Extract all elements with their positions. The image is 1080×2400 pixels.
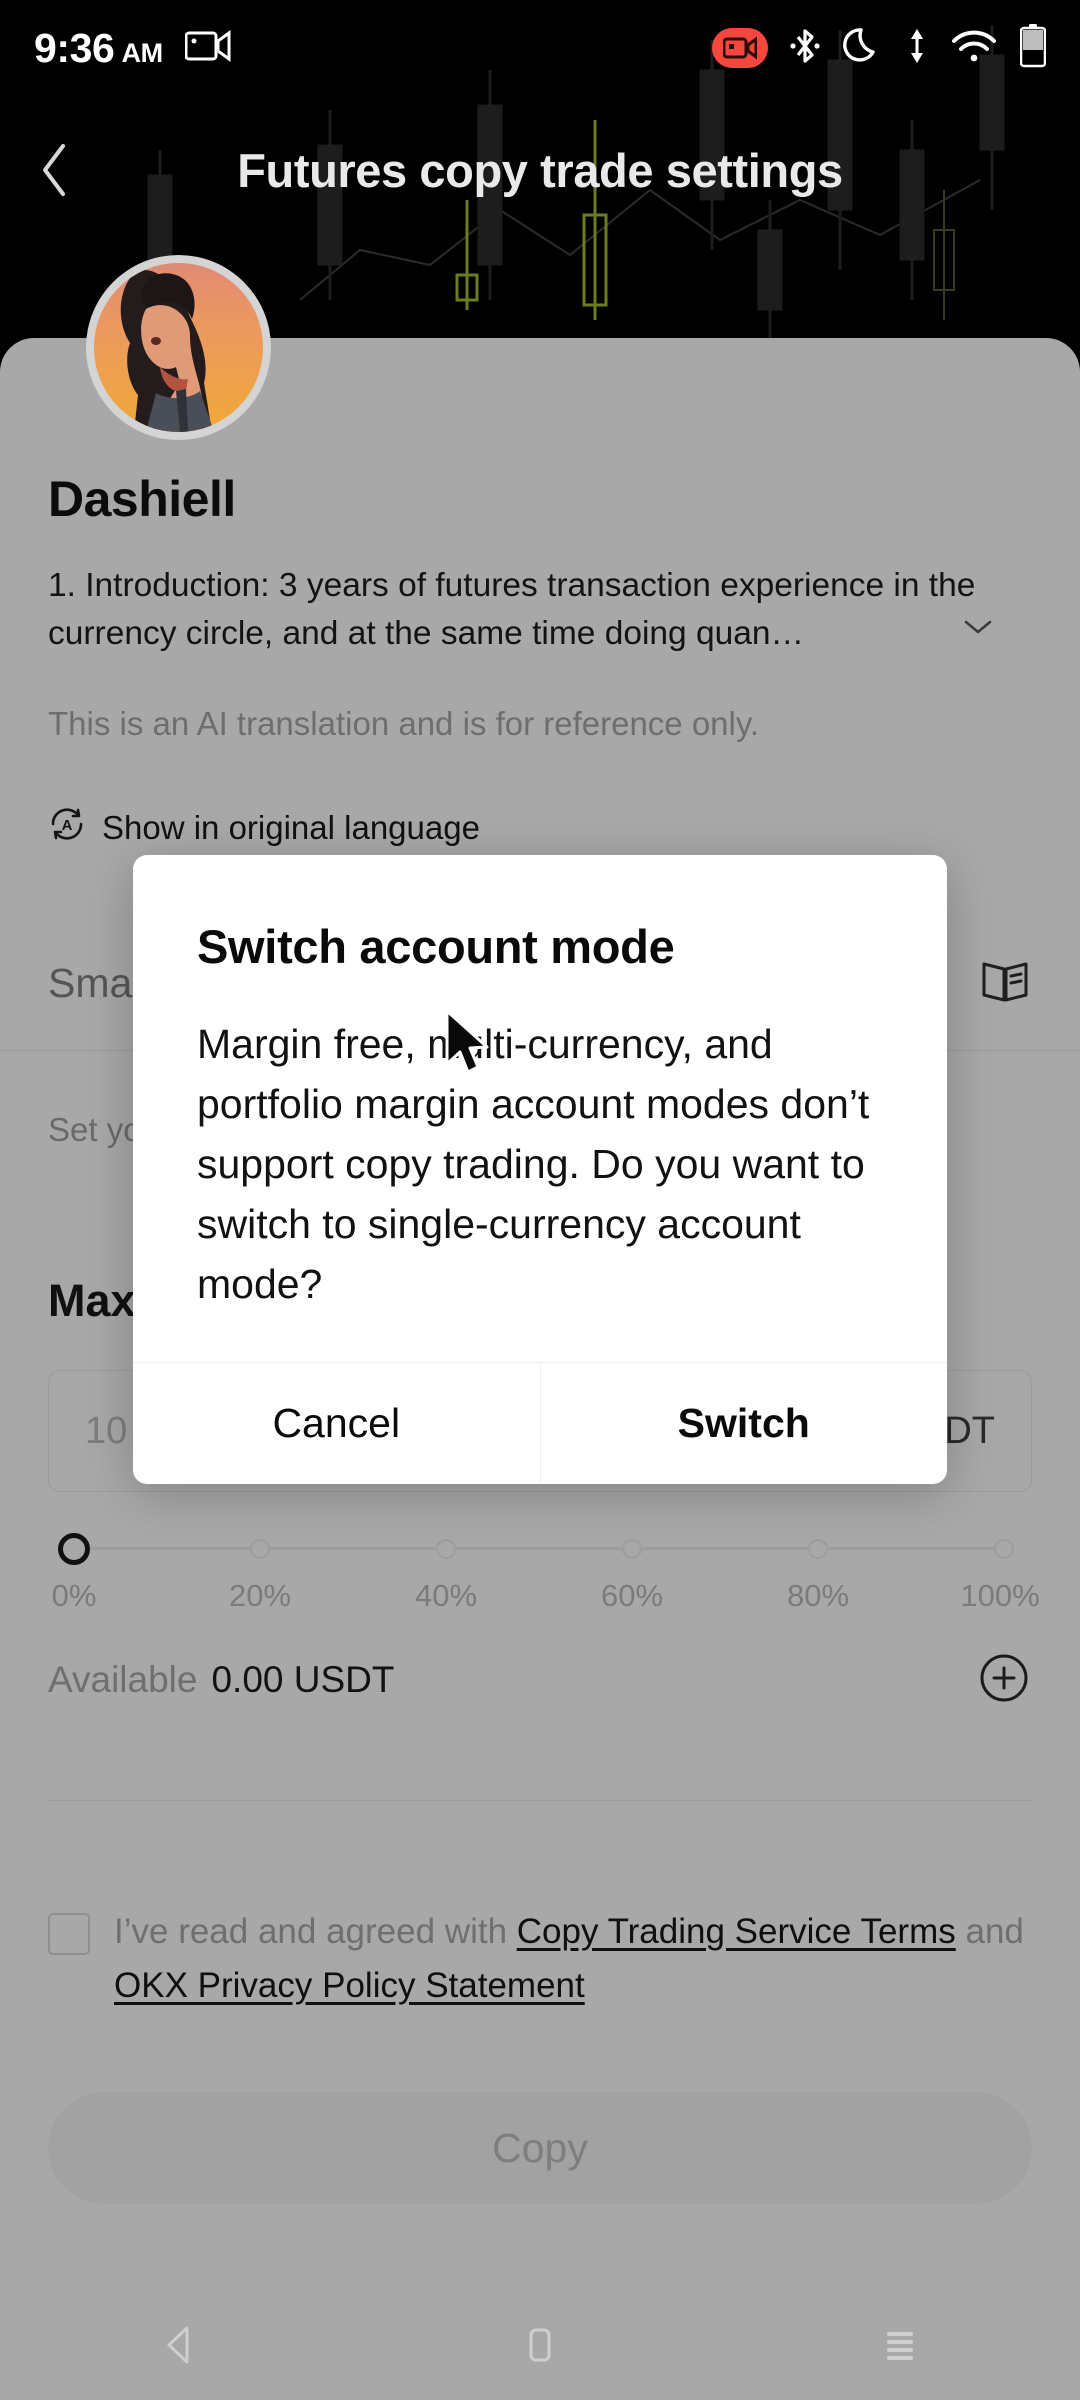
- dialog-actions: Cancel Switch: [133, 1362, 947, 1484]
- wifi-icon: [950, 28, 998, 69]
- ai-translation-note: This is an AI translation and is for ref…: [48, 705, 760, 742]
- slider-tick-label: 100%: [960, 1578, 1040, 1613]
- available-balance-row: Available 0.00 USDT: [48, 1645, 1032, 1715]
- terms-prefix: I’ve read and agreed with: [114, 1912, 517, 1951]
- slider-tick[interactable]: [250, 1539, 270, 1559]
- cancel-button[interactable]: Cancel: [133, 1363, 540, 1484]
- avatar-portrait: [94, 263, 263, 432]
- do-not-disturb-moon-icon: [842, 25, 884, 72]
- slider-tick-label: 20%: [228, 1578, 292, 1613]
- profile-introduction-text: 1. Introduction: 3 years of futures tran…: [48, 567, 976, 652]
- show-original-language-label: Show in original language: [102, 809, 480, 846]
- slider-tick[interactable]: [994, 1539, 1014, 1559]
- bluetooth-icon: [790, 26, 820, 71]
- dialog-body: Switch account mode Margin free, multi-c…: [133, 855, 947, 1362]
- triangle-back-icon: [167, 2326, 189, 2364]
- nav-recents-button[interactable]: [835, 2290, 965, 2400]
- dialog-title: Switch account mode: [197, 920, 675, 973]
- nav-back-button[interactable]: [115, 2290, 245, 2400]
- switch-account-mode-dialog: Switch account mode Margin free, multi-c…: [133, 855, 947, 1484]
- slider-tick-label: 0%: [51, 1578, 97, 1613]
- terms-checkbox[interactable]: [48, 1913, 90, 1955]
- slider-tick[interactable]: [436, 1539, 456, 1559]
- copy-trading-service-terms-link[interactable]: Copy Trading Service Terms: [517, 1912, 956, 1951]
- terms-conjunction: and: [955, 1912, 1024, 1951]
- phone-screen: 9:36 AM Futures copy trade settings Dash…: [0, 0, 1080, 2400]
- android-nav-bar: [0, 2290, 1080, 2400]
- slider-tick[interactable]: [808, 1539, 828, 1559]
- amount-percent-slider[interactable]: [48, 1528, 1032, 1568]
- terms-agreement-row[interactable]: I’ve read and agreed with Copy Trading S…: [48, 1905, 1032, 2013]
- profile-introduction[interactable]: 1. Introduction: 3 years of futures tran…: [48, 562, 998, 658]
- slider-tick-label: 60%: [600, 1578, 664, 1613]
- slider-tick-label: 40%: [414, 1578, 478, 1613]
- terms-text: I’ve read and agreed with Copy Trading S…: [114, 1905, 1032, 2013]
- dialog-message: Margin free, multi-currency, and portfol…: [197, 1021, 870, 1307]
- slider-tick[interactable]: [622, 1539, 642, 1559]
- app-bar: Futures copy trade settings: [0, 110, 1080, 230]
- max-amount-label: Max: [48, 1275, 136, 1326]
- status-bar-clock: 9:36 AM: [34, 24, 163, 71]
- plus-circle-icon[interactable]: [976, 1650, 1032, 1711]
- chevron-down-icon[interactable]: [963, 602, 993, 650]
- open-book-icon[interactable]: [978, 954, 1032, 1013]
- menu-recents-icon: [887, 2332, 913, 2360]
- square-home-icon: [529, 2328, 551, 2362]
- profile-name: Dashiell: [48, 471, 236, 527]
- translate-icon: A: [48, 805, 86, 851]
- svg-text:A: A: [62, 817, 73, 834]
- page-title: Futures copy trade settings: [237, 143, 843, 197]
- battery-icon: [1019, 23, 1047, 73]
- data-transfer-icon: [906, 26, 928, 71]
- status-bar: 9:36 AM: [0, 0, 1080, 96]
- available-balance-label: Available: [48, 1659, 198, 1700]
- back-button[interactable]: [0, 115, 110, 225]
- okx-privacy-policy-link[interactable]: OKX Privacy Policy Statement: [114, 1966, 585, 2005]
- available-balance-value: 0.00 USDT: [211, 1659, 395, 1700]
- nav-home-button[interactable]: [475, 2290, 605, 2400]
- screen-record-badge-icon: [712, 28, 768, 68]
- slider-track: [74, 1547, 1006, 1550]
- chevron-left-icon: [43, 144, 65, 196]
- slider-tick-label: 80%: [786, 1578, 850, 1613]
- slider-scale-labels: 0% 20% 40% 60% 80% 100%: [48, 1578, 1040, 1622]
- amount-input-placeholder: 10: [85, 1409, 128, 1452]
- avatar[interactable]: [86, 255, 271, 440]
- copy-button[interactable]: Copy: [48, 2092, 1032, 2204]
- slider-thumb[interactable]: [58, 1533, 90, 1565]
- screen-record-icon: [184, 29, 231, 68]
- switch-button[interactable]: Switch: [541, 1363, 948, 1484]
- divider: [48, 1800, 1032, 1801]
- show-original-language-button[interactable]: A Show in original language: [48, 805, 480, 851]
